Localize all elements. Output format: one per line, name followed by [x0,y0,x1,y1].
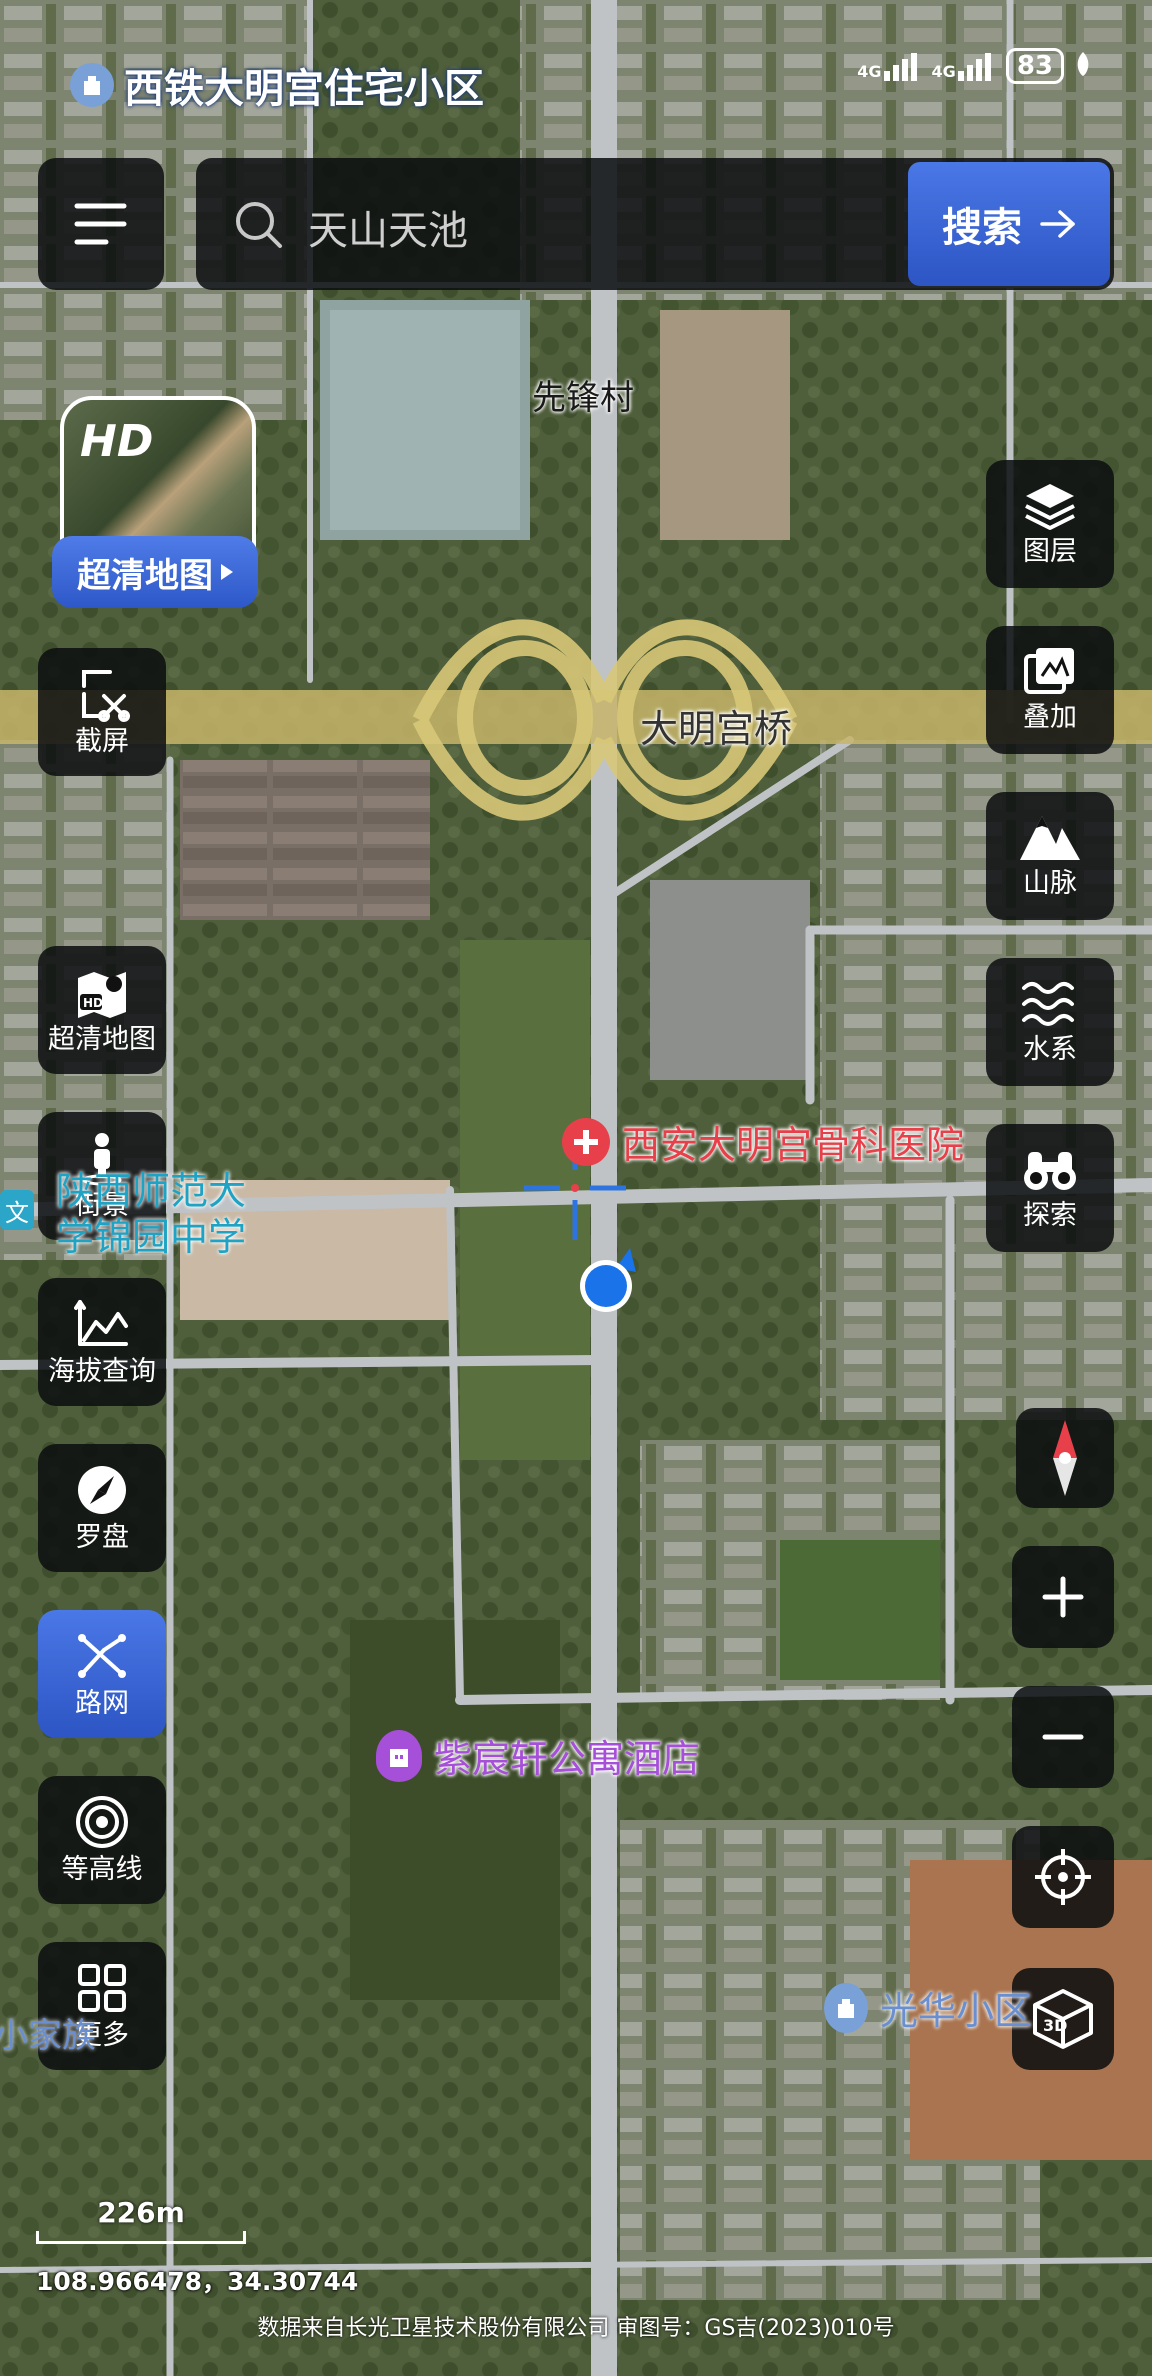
tool-overlay[interactable]: 叠加 [986,626,1114,754]
status-indicators: 4G 4G 83 [857,48,1092,84]
water-icon [1020,978,1080,1030]
hotel-label: 紫宸轩公寓酒店 [434,1737,701,1781]
overlay-icon [1022,646,1078,698]
partial-left-label: 小家族 [0,2016,96,2056]
north-compass-button[interactable] [1016,1408,1114,1508]
scale-distance: 226m [97,2196,185,2229]
search-icon [236,202,282,248]
elevation-icon [74,1296,130,1352]
tool-label: 探索 [1023,1200,1077,1231]
locate-button[interactable] [1012,1826,1114,1928]
compass-icon [74,1462,130,1518]
tool-hd-map[interactable]: HD 超清地图 [38,946,166,1074]
community-poi-icon [824,1982,868,2033]
community-poi[interactable]: 光华小区 [824,1980,1032,2035]
tool-label: 叠加 [1023,702,1077,733]
hd-map-icon: HD [74,964,130,1020]
scale-bar: 226m [36,2196,246,2244]
contour-icon [74,1794,130,1850]
tool-label: 截屏 [75,726,129,757]
hospital-poi[interactable]: 西安大明宫骨科医院 [562,1114,964,1169]
bridge-label: 大明宫桥 [640,707,793,751]
hotel-poi[interactable]: 紫宸轩公寓酒店 [376,1728,700,1783]
school-label-line2: 学锦园中学 [56,1215,247,1259]
tool-binoculars[interactable]: 探索 [986,1124,1114,1252]
tool-screenshot[interactable]: 截屏 [38,648,166,776]
tool-label: 罗盘 [75,1522,129,1553]
community-label: 光华小区 [880,1989,1033,2033]
battery-indicator: 83 [1005,48,1064,84]
hd-map-badge[interactable]: HD 超清地图 [52,396,262,616]
hd-map-label: 超清地图 [52,536,258,608]
binoculars-icon [1020,1144,1080,1196]
zoom-out-button[interactable] [1012,1686,1114,1788]
play-triangle-icon [221,564,233,580]
location-status[interactable]: 西铁大明宫住宅小区 [70,56,484,114]
menu-button[interactable] [38,158,164,290]
scale-line [36,2231,246,2244]
svg-text:HD: HD [83,996,103,1010]
tool-label: 等高线 [61,1854,143,1885]
hospital-icon [562,1117,610,1166]
leaf-icon [1074,51,1092,81]
3d-cube-icon: 3D [1033,1989,1093,2049]
crosshair-locate-icon [1035,1849,1091,1905]
tool-label: 水系 [1023,1034,1077,1065]
tool-road-network[interactable]: 路网 [38,1610,166,1738]
tool-label: 海拔查询 [48,1356,156,1387]
minus-icon [1042,1734,1084,1740]
plus-icon [1042,1576,1084,1618]
hotel-icon [376,1729,422,1782]
village-label: 先锋村 [532,378,634,418]
search-bar[interactable]: 天山天池 搜索 [196,158,1114,290]
search-button[interactable]: 搜索 [908,162,1110,286]
tool-compass[interactable]: 罗盘 [38,1444,166,1572]
tool-mountain[interactable]: 山脉 [986,792,1114,920]
tool-label: 山脉 [1023,868,1077,899]
signal-4g-2: 4G [932,51,996,81]
wen-badge: 文 [0,1190,34,1230]
signal-4g-1: 4G [857,51,921,81]
mountain-icon [1020,812,1080,864]
tool-layers[interactable]: 图层 [986,460,1114,588]
tool-contour[interactable]: 等高线 [38,1776,166,1904]
road-network-icon [74,1628,130,1684]
svg-text:3D: 3D [1043,2016,1067,2035]
search-button-label: 搜索 [942,205,1022,251]
tool-elevation[interactable]: 海拔查询 [38,1278,166,1406]
arrow-right-icon [1040,210,1075,238]
location-name: 西铁大明宫住宅小区 [124,66,484,112]
search-input[interactable]: 天山天池 [308,198,468,256]
screenshot-icon [74,666,130,722]
coordinates: 108.966478，34.30744 [36,2267,359,2296]
location-arrow-icon [580,1248,636,1312]
tool-label: 超清地图 [48,1024,156,1055]
attribution: 数据来自长光卫星技术股份有限公司 审图号：GS吉(2023)010号 [257,2316,895,2341]
community-icon [70,63,114,107]
layers-icon [1022,480,1078,532]
tool-water[interactable]: 水系 [986,958,1114,1086]
tool-label: 图层 [1023,536,1077,567]
north-arrow-icon [1053,1420,1077,1496]
zoom-in-button[interactable] [1012,1546,1114,1648]
menu-icon [74,203,127,245]
tool-label: 路网 [75,1688,129,1719]
hospital-label: 西安大明宫骨科医院 [622,1123,965,1167]
hd-text: HD [80,416,154,467]
current-location-marker[interactable] [574,1246,644,1316]
